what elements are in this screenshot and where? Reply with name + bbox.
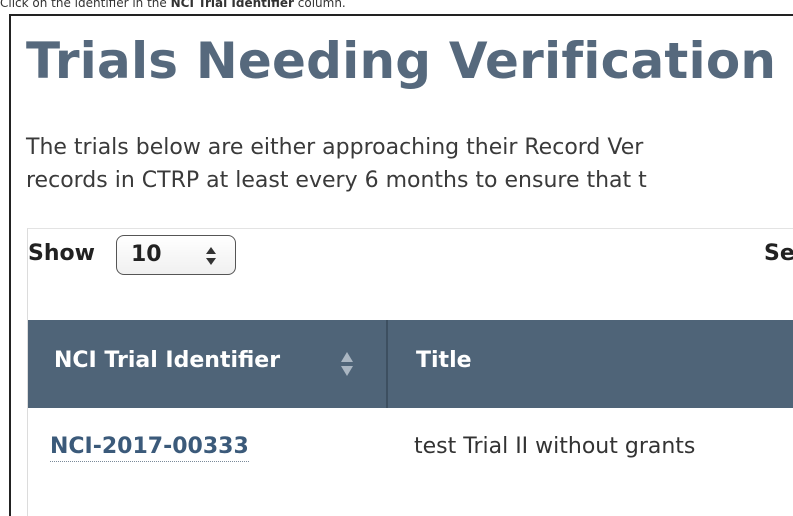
trial-title-cell: test Trial II without grants: [414, 434, 696, 459]
page-size-select[interactable]: 10: [116, 235, 236, 275]
instruction-caption: Click on the identifier in the NCI Trial…: [0, 0, 346, 10]
caption-prefix: Click on the identifier in the: [0, 0, 171, 10]
table-row: NCI-2017-00333 test Trial II without gra…: [28, 408, 793, 488]
show-label: Show: [28, 241, 95, 266]
caption-suffix: column.: [293, 0, 346, 10]
intro-line-1: The trials below are either approaching …: [26, 135, 644, 160]
column-header-nci-trial-identifier[interactable]: NCI Trial Identifier: [28, 320, 388, 408]
table-header: NCI Trial Identifier Title: [28, 320, 793, 408]
intro-text: The trials below are either approaching …: [26, 131, 647, 197]
page-size-value: 10: [131, 242, 162, 267]
column-header-label: NCI Trial Identifier: [54, 348, 281, 373]
sort-both-icon: [341, 352, 353, 376]
intro-line-2: records in CTRP at least every 6 months …: [26, 168, 647, 193]
trial-identifier-link[interactable]: NCI-2017-00333: [50, 433, 249, 462]
caption-bold: NCI Trial Identifier: [170, 0, 294, 10]
trials-table-panel: Show 10 Se NCI Trial Identifier Title NC…: [27, 228, 793, 516]
page-title: Trials Needing Verification: [26, 32, 777, 90]
search-label: Se: [764, 241, 793, 266]
screenshot-frame: Trials Needing Verification The trials b…: [9, 14, 793, 516]
column-header-title[interactable]: Title: [416, 348, 472, 373]
updown-caret-icon: [206, 247, 216, 265]
